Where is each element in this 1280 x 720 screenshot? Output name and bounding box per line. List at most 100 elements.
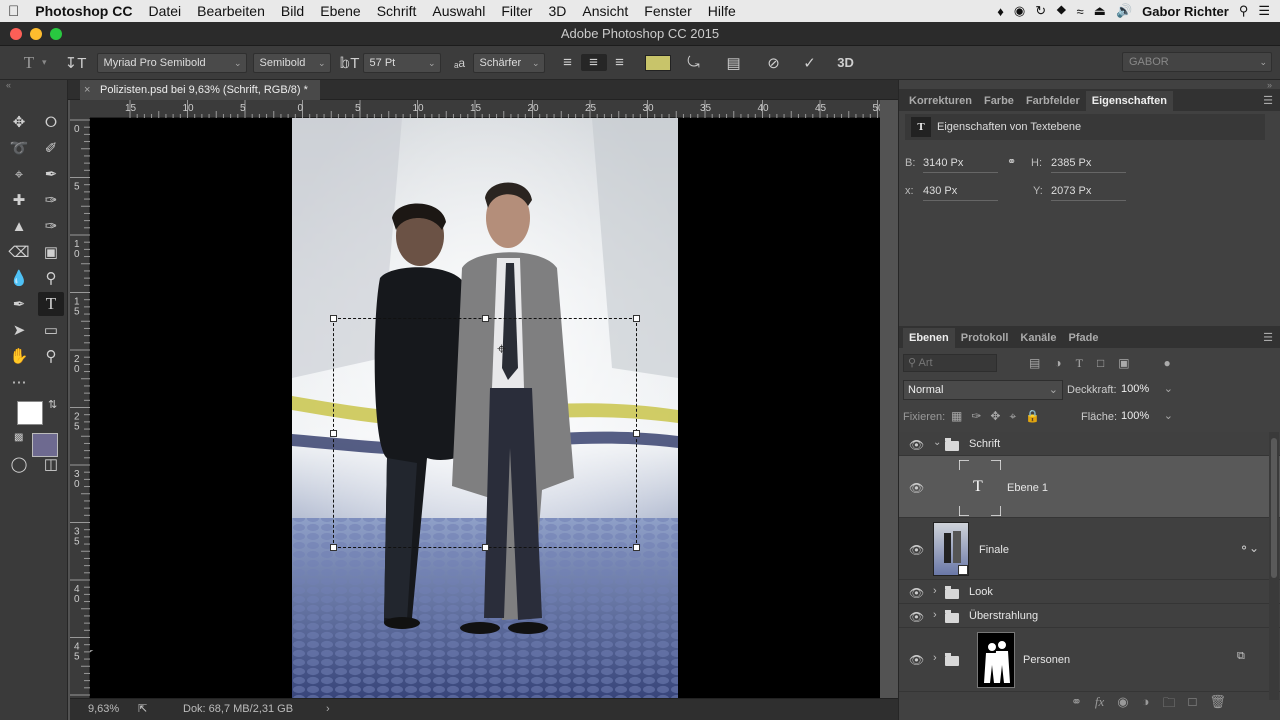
visibility-eye-icon[interactable]: 👁 [909, 610, 924, 624]
fill-field[interactable]: 100% ⌄ [1121, 407, 1177, 427]
healing-brush-tool-icon[interactable]: ✚ [6, 188, 32, 212]
antialias-select[interactable]: Schärfer ⌄ [472, 52, 545, 73]
group-collapsed-icon[interactable]: › [933, 652, 937, 664]
preset-chevron-icon[interactable]: ▾ [42, 57, 47, 68]
layer-filter-select[interactable]: ⚲ Art [903, 354, 997, 372]
tab-protokoll[interactable]: Protokoll [955, 328, 1015, 348]
dropbox-icon[interactable]: ♦ [997, 4, 1004, 19]
tab-kanaele[interactable]: Kanäle [1014, 328, 1062, 348]
blur-tool-icon[interactable]: 💧 [6, 266, 32, 290]
move-tool-icon[interactable]: ✥ [6, 110, 32, 134]
width-field[interactable]: 3140 Px [923, 157, 998, 173]
warp-text-icon[interactable]: ⤿ [681, 54, 707, 71]
layers-scrollbar-thumb[interactable] [1271, 438, 1277, 578]
collapse-tools-icon[interactable]: « [6, 80, 11, 90]
zoom-window-button[interactable] [50, 28, 62, 40]
group-collapsed-icon[interactable]: › [933, 585, 937, 597]
layer-row-schrift[interactable]: 👁 ⌄ Schrift [899, 432, 1280, 456]
screen-mode-icon[interactable]: ◫ [38, 452, 64, 476]
bbox-handle-tm[interactable] [482, 315, 489, 322]
3d-text-icon[interactable]: 3D [833, 55, 859, 70]
lock-position-icon[interactable]: ✥ [990, 409, 1000, 424]
layer-row-finale[interactable]: 👁 Finale ⚬⌄ [899, 518, 1280, 580]
tab-farbe[interactable]: Farbe [978, 91, 1020, 111]
user-name[interactable]: Gabor Richter [1142, 4, 1229, 19]
y-field[interactable]: 2073 Px [1051, 185, 1126, 201]
tab-farbfelder[interactable]: Farbfelder [1020, 91, 1086, 111]
layer-row-ebene-1[interactable]: 👁 T Ebene 1 [899, 456, 1280, 518]
lock-artboard-icon[interactable]: ⌖ [1009, 409, 1016, 424]
menu-filter[interactable]: Filter [493, 3, 540, 19]
tab-eigenschaften[interactable]: Eigenschaften [1085, 91, 1173, 111]
layer-row-personen[interactable]: 👁 › Personen ⧉ [899, 628, 1280, 692]
blend-mode-select[interactable]: Normal ⌄ [903, 380, 1063, 400]
x-field[interactable]: 430 Px [923, 185, 998, 201]
align-right-icon[interactable]: ≡ [607, 54, 633, 71]
visibility-eye-icon[interactable]: 👁 [909, 543, 924, 557]
visibility-eye-icon[interactable]: 👁 [909, 438, 924, 452]
align-left-icon[interactable]: ≡ [555, 54, 581, 71]
cancel-edit-icon[interactable]: ⊘ [761, 54, 787, 72]
close-document-icon[interactable]: × [84, 80, 90, 100]
tab-korrekturen[interactable]: Korrekturen [903, 91, 978, 111]
layer-style-icon[interactable]: fx [1095, 694, 1104, 716]
workspace-select[interactable]: GABOR ⌄ [1122, 52, 1272, 72]
bbox-handle-br[interactable] [633, 544, 640, 551]
font-family-select[interactable]: Myriad Pro Semibold ⌄ [96, 52, 247, 73]
notification-icon[interactable]: ☰ [1258, 3, 1270, 19]
menu-bearbeiten[interactable]: Bearbeiten [189, 3, 273, 19]
document-tab[interactable]: × Polizisten.psd bei 9,63% (Schrift, RGB… [80, 80, 320, 100]
filter-pixel-icon[interactable]: ▤ [1029, 356, 1040, 371]
layers-scrollbar[interactable] [1269, 432, 1279, 700]
menu-auswahl[interactable]: Auswahl [424, 3, 493, 19]
menu-3d[interactable]: 3D [540, 3, 574, 19]
visibility-eye-icon[interactable]: 👁 [909, 653, 924, 667]
apple-icon[interactable]:  [0, 3, 27, 20]
opacity-field[interactable]: 100% ⌄ [1121, 380, 1177, 400]
layer-effects-icon[interactable]: ⚬⌄ [1239, 541, 1259, 555]
eraser-tool-icon[interactable]: ⌫ [6, 240, 32, 264]
gradient-tool-icon[interactable]: ▣ [38, 240, 64, 264]
history-brush-tool-icon[interactable]: ✑ [38, 214, 64, 238]
quick-select-tool-icon[interactable]: ✐ [38, 136, 64, 160]
horizontal-ruler[interactable]: 1510505101520253035404550 [90, 100, 880, 118]
text-orientation-icon[interactable]: ↧T [63, 54, 89, 72]
menu-ansicht[interactable]: Ansicht [574, 3, 636, 19]
filter-smart-object-icon[interactable]: ▣ [1118, 356, 1129, 371]
menu-fenster[interactable]: Fenster [636, 3, 699, 19]
time-machine-icon[interactable]: ↻ [1035, 3, 1046, 19]
crop-tool-icon[interactable]: ⌖ [6, 162, 32, 186]
wifi-icon[interactable]: ≈ [1077, 4, 1084, 19]
character-panel-icon[interactable]: ▤ [721, 54, 747, 72]
linked-mask-icon[interactable]: ⧉ [1237, 650, 1245, 663]
new-group-icon[interactable]: 🗀 [1163, 694, 1176, 716]
zoom-level[interactable]: 9,63% [88, 699, 119, 719]
bbox-handle-ml[interactable] [330, 430, 337, 437]
rectangle-tool-icon[interactable]: ▭ [38, 318, 64, 342]
menu-hilfe[interactable]: Hilfe [700, 3, 744, 19]
menu-bild[interactable]: Bild [273, 3, 312, 19]
quick-mask-icon[interactable]: ◯ [6, 452, 32, 476]
add-mask-icon[interactable]: ◉ [1117, 694, 1128, 716]
close-window-button[interactable] [10, 28, 22, 40]
pen-tool-icon[interactable]: ✒ [6, 292, 32, 316]
type-tool-icon[interactable]: T [38, 292, 64, 316]
app-menu[interactable]: Photoshop CC [27, 3, 140, 19]
share-icon[interactable]: ⇱ [138, 699, 147, 719]
bbox-handle-bl[interactable] [330, 544, 337, 551]
swap-colors-icon[interactable]: ⇅ [48, 398, 57, 411]
more-tools-icon[interactable]: ⋯ [6, 370, 32, 394]
new-adjustment-layer-icon[interactable]: ◑ [1142, 694, 1150, 716]
height-field[interactable]: 2385 Px [1051, 157, 1126, 173]
minimize-window-button[interactable] [30, 28, 42, 40]
align-center-icon[interactable]: ≡ [580, 54, 607, 71]
link-layers-icon[interactable]: ⚭ [1071, 694, 1082, 716]
filter-adjustment-icon[interactable]: ◑ [1054, 356, 1061, 371]
lock-pixels-icon[interactable]: ✑ [971, 409, 981, 424]
bbox-handle-bm[interactable] [482, 544, 489, 551]
eject-icon[interactable]: ⏏ [1094, 3, 1106, 19]
link-dimensions-icon[interactable]: ⚭ [1007, 155, 1016, 168]
document-canvas[interactable]: ⌖ [90, 118, 880, 698]
tab-pfade[interactable]: Pfade [1062, 328, 1104, 348]
menu-schrift[interactable]: Schrift [369, 3, 425, 19]
